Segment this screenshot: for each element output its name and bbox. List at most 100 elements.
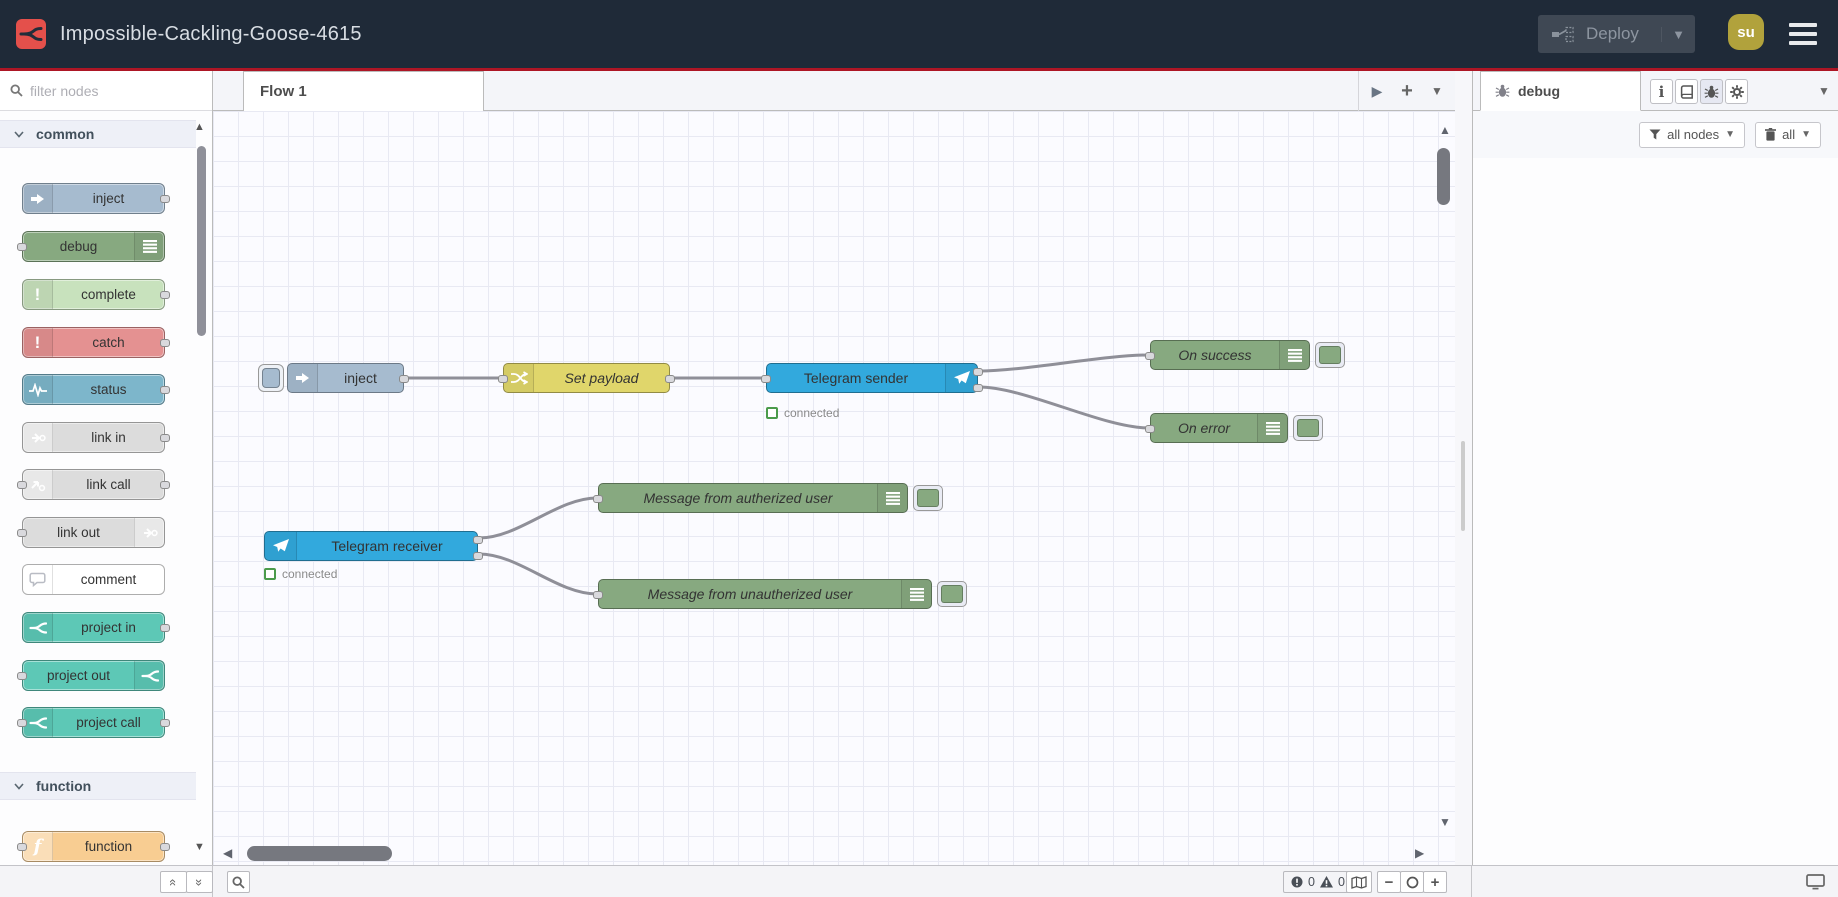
output-port[interactable]: [160, 291, 170, 299]
debug-filter-dropdown[interactable]: all nodes ▼: [1639, 121, 1746, 148]
palette-scroll-down-icon[interactable]: ▼: [194, 841, 205, 853]
zoom-reset-button[interactable]: [1400, 871, 1424, 893]
search-flows-button[interactable]: [227, 871, 250, 893]
input-port[interactable]: [1145, 352, 1155, 360]
zoom-in-button[interactable]: +: [1423, 871, 1447, 893]
palette-node-project-in[interactable]: project in: [22, 612, 170, 643]
flow-list-button[interactable]: ▶: [1364, 79, 1390, 103]
wire[interactable]: [977, 385, 1151, 430]
sidebar-separator[interactable]: [1455, 71, 1472, 865]
palette-category-common[interactable]: common: [0, 120, 196, 148]
open-debug-window-button[interactable]: [1806, 874, 1825, 895]
zoom-out-button[interactable]: −: [1377, 871, 1401, 893]
help-tab-button[interactable]: [1675, 79, 1698, 104]
palette-node-complete[interactable]: ! complete: [22, 279, 170, 310]
separator-grip[interactable]: [1461, 441, 1465, 531]
output-port[interactable]: [160, 386, 170, 394]
canvas-vertical-scrollbar[interactable]: [1437, 148, 1450, 205]
output-port-2[interactable]: [973, 384, 983, 392]
input-port[interactable]: [593, 495, 603, 503]
wire[interactable]: [477, 552, 599, 596]
palette-node-catch[interactable]: ! catch: [22, 327, 170, 358]
collapse-categories-button[interactable]: «: [160, 871, 187, 893]
canvas-scroll-left-icon[interactable]: ◀: [223, 847, 232, 859]
palette-node-inject[interactable]: inject: [22, 183, 170, 214]
output-port[interactable]: [160, 434, 170, 442]
output-port-1[interactable]: [473, 536, 483, 544]
input-port[interactable]: [1145, 425, 1155, 433]
palette-node-status[interactable]: status: [22, 374, 170, 405]
palette-node-function[interactable]: f function: [17, 831, 170, 862]
palette-scroll-up-icon[interactable]: ▲: [194, 121, 205, 133]
input-port[interactable]: [17, 243, 27, 251]
output-port[interactable]: [665, 375, 675, 383]
palette-node-comment[interactable]: comment: [22, 564, 165, 595]
expand-categories-button[interactable]: »: [186, 871, 213, 893]
palette-node-debug[interactable]: debug: [17, 231, 165, 262]
input-port[interactable]: [17, 672, 27, 680]
output-port[interactable]: [160, 481, 170, 489]
sidebar-tabs-caret-icon[interactable]: ▼: [1818, 84, 1830, 98]
input-port[interactable]: [17, 843, 27, 851]
output-port[interactable]: [160, 624, 170, 632]
flow-issues-indicator[interactable]: 0 0: [1283, 871, 1353, 893]
tab-flow-1[interactable]: Flow 1: [243, 71, 484, 111]
flow-node-on-error[interactable]: On error: [1145, 413, 1323, 443]
debug-toggle-button[interactable]: [1293, 415, 1323, 441]
avatar-initials: su: [1737, 23, 1755, 41]
output-port[interactable]: [160, 843, 170, 851]
info-tab-button[interactable]: i: [1650, 79, 1673, 104]
flow-node-message-unauthorized[interactable]: Message from unautherized user: [593, 579, 967, 609]
canvas-scroll-down-icon[interactable]: ▼: [1439, 816, 1451, 828]
output-port[interactable]: [160, 719, 170, 727]
bug-icon: [1495, 84, 1510, 97]
flow-node-on-success[interactable]: On success: [1145, 340, 1345, 370]
debug-toggle-button[interactable]: [1315, 342, 1345, 368]
filter-nodes-input[interactable]: [30, 82, 180, 99]
flow-node-telegram-receiver[interactable]: Telegram receiver: [264, 531, 483, 561]
canvas-scroll-up-icon[interactable]: ▲: [1439, 124, 1451, 136]
palette-node-link-call[interactable]: link call: [17, 469, 170, 500]
debug-clear-dropdown[interactable]: all ▼: [1755, 121, 1821, 148]
flow-node-message-authorized[interactable]: Message from autherized user: [593, 483, 943, 513]
main-menu-icon[interactable]: [1789, 23, 1817, 45]
node-label: Message from unautherized user: [647, 586, 853, 602]
wire[interactable]: [477, 496, 599, 540]
deploy-options-caret-icon[interactable]: ▼: [1661, 26, 1685, 42]
palette-scrollbar[interactable]: [197, 146, 206, 336]
palette-node-project-call[interactable]: project call: [17, 707, 170, 738]
inject-trigger-button[interactable]: [258, 364, 284, 392]
debug-tab-button[interactable]: [1700, 79, 1723, 104]
palette-node-link-in[interactable]: link in: [22, 422, 170, 453]
input-port[interactable]: [17, 529, 27, 537]
input-port[interactable]: [17, 481, 27, 489]
input-port[interactable]: [593, 591, 603, 599]
input-port[interactable]: [761, 375, 771, 383]
canvas-horizontal-scrollbar[interactable]: [247, 846, 392, 861]
palette-node-project-out[interactable]: project out: [17, 660, 165, 691]
canvas-scroll-right-icon[interactable]: ▶: [1415, 847, 1424, 859]
output-port-2[interactable]: [473, 552, 483, 560]
input-port[interactable]: [17, 719, 27, 727]
config-tab-button[interactable]: [1725, 79, 1748, 104]
output-port-1[interactable]: [973, 368, 983, 376]
output-port[interactable]: [160, 339, 170, 347]
palette-node-link-out[interactable]: link out: [17, 517, 165, 548]
deploy-button[interactable]: Deploy ▼: [1538, 15, 1695, 53]
wire[interactable]: [977, 353, 1151, 373]
palette-category-function[interactable]: function: [0, 772, 196, 800]
flow-canvas[interactable]: inject Set payload Telegram sender conne…: [213, 111, 1455, 865]
output-port[interactable]: [399, 375, 409, 383]
output-port[interactable]: [160, 195, 170, 203]
tab-debug[interactable]: debug: [1480, 71, 1641, 111]
flow-node-telegram-sender[interactable]: Telegram sender: [761, 363, 983, 393]
add-flow-button[interactable]: +: [1394, 79, 1420, 103]
flow-node-set-payload[interactable]: Set payload: [498, 363, 675, 393]
debug-toggle-button[interactable]: [937, 581, 967, 607]
debug-toggle-button[interactable]: [913, 485, 943, 511]
user-avatar[interactable]: su: [1728, 14, 1764, 50]
flow-node-inject[interactable]: inject: [287, 363, 409, 393]
input-port[interactable]: [498, 375, 508, 383]
navigator-map-button[interactable]: [1346, 871, 1372, 893]
flow-menu-caret-icon[interactable]: ▼: [1424, 79, 1450, 103]
